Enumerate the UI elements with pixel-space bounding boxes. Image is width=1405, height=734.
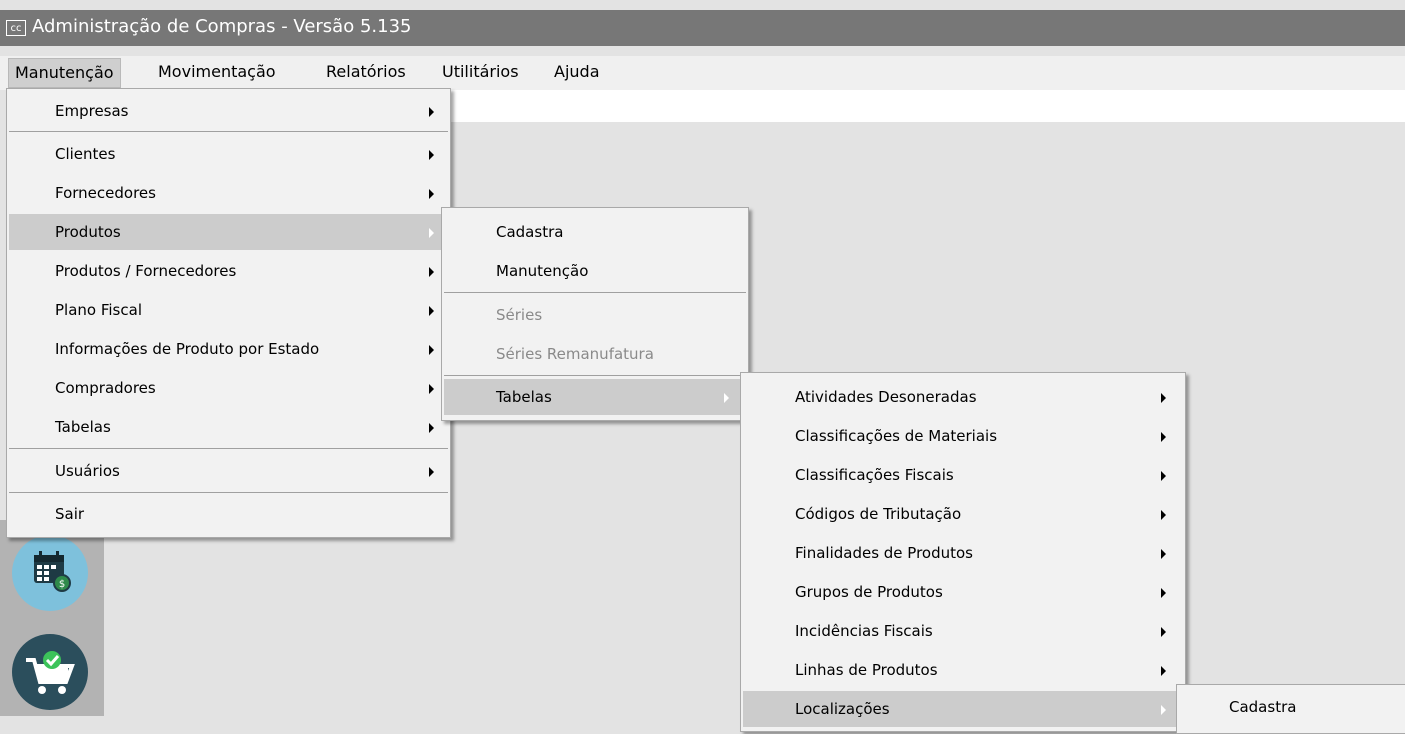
menu-item-produtos-fornecedores[interactable]: Produtos / Fornecedores — [9, 253, 448, 289]
submenu-arrow-icon — [429, 228, 434, 238]
tabelas-submenu: Atividades Desoneradas Classificações de… — [740, 372, 1186, 732]
menu-item-manutencao[interactable]: Manutenção — [444, 253, 746, 289]
menu-item-plano-fiscal[interactable]: Plano Fiscal — [9, 292, 448, 328]
submenu-arrow-icon — [1161, 510, 1166, 520]
menu-item-empresas[interactable]: Empresas — [9, 93, 448, 129]
menu-item-codigos-tributacao[interactable]: Códigos de Tributação — [743, 496, 1183, 532]
menu-item-produtos[interactable]: Produtos — [9, 214, 448, 250]
menu-movimentacao[interactable]: Movimentação — [152, 58, 282, 88]
submenu-arrow-icon — [429, 267, 434, 277]
manutencao-menu: Empresas Clientes Fornecedores Produtos … — [6, 88, 451, 538]
menu-item-tabelas[interactable]: Tabelas — [9, 409, 448, 445]
menu-separator — [9, 131, 448, 132]
menu-item-clientes[interactable]: Clientes — [9, 136, 448, 172]
menu-item-informacoes-produto-estado[interactable]: Informações de Produto por Estado — [9, 331, 448, 367]
menu-item-classificacoes-fiscais[interactable]: Classificações Fiscais — [743, 457, 1183, 493]
submenu-arrow-icon — [429, 384, 434, 394]
menu-item-tabelas-produtos[interactable]: Tabelas — [444, 379, 746, 415]
submenu-arrow-icon — [429, 467, 434, 477]
submenu-arrow-icon — [724, 393, 729, 403]
submenu-arrow-icon — [1161, 393, 1166, 403]
menu-item-compradores[interactable]: Compradores — [9, 370, 448, 406]
menu-item-incidencias-fiscais[interactable]: Incidências Fiscais — [743, 613, 1183, 649]
menu-separator — [444, 292, 746, 293]
menu-separator — [9, 448, 448, 449]
menu-ajuda[interactable]: Ajuda — [548, 58, 606, 88]
submenu-arrow-icon — [429, 189, 434, 199]
menu-bar: Manutenção Movimentação Relatórios Utili… — [0, 56, 1405, 90]
submenu-arrow-icon — [429, 423, 434, 433]
submenu-arrow-icon — [1161, 588, 1166, 598]
shopping-cart-check-icon[interactable] — [12, 634, 88, 710]
app-icon: cc — [6, 20, 26, 36]
calendar-money-icon[interactable]: $ — [12, 535, 88, 611]
menu-item-series: Séries — [496, 306, 543, 324]
submenu-arrow-icon — [1161, 705, 1166, 715]
localizacoes-submenu: Cadastra — [1176, 684, 1405, 734]
menu-item-cadastra[interactable]: Cadastra — [444, 214, 746, 250]
menu-item-cadastra-localizacao[interactable]: Cadastra — [1179, 689, 1405, 725]
submenu-arrow-icon — [1161, 627, 1166, 637]
title-bar: cc Administração de Compras - Versão 5.1… — [0, 10, 1405, 46]
submenu-arrow-icon — [1161, 666, 1166, 676]
menu-item-usuarios[interactable]: Usuários — [9, 453, 448, 489]
submenu-arrow-icon — [429, 345, 434, 355]
submenu-arrow-icon — [1161, 471, 1166, 481]
menu-separator — [444, 375, 746, 376]
menu-item-grupos-produtos[interactable]: Grupos de Produtos — [743, 574, 1183, 610]
produtos-submenu: Cadastra Manutenção Séries Séries Remanu… — [441, 207, 749, 421]
menu-item-series-remanufatura: Séries Remanufatura — [496, 345, 654, 363]
submenu-arrow-icon — [1161, 549, 1166, 559]
menu-item-finalidades-produtos[interactable]: Finalidades de Produtos — [743, 535, 1183, 571]
menu-item-atividades-desoneradas[interactable]: Atividades Desoneradas — [743, 379, 1183, 415]
submenu-arrow-icon — [429, 306, 434, 316]
menu-manutencao[interactable]: Manutenção — [8, 58, 121, 88]
menu-item-classificacoes-materiais[interactable]: Classificações de Materiais — [743, 418, 1183, 454]
menu-utilitarios[interactable]: Utilitários — [436, 58, 525, 88]
menu-item-linhas-produtos[interactable]: Linhas de Produtos — [743, 652, 1183, 688]
menu-separator — [9, 492, 448, 493]
window-title: Administração de Compras - Versão 5.135 — [32, 16, 412, 37]
svg-text:$: $ — [59, 579, 65, 590]
submenu-arrow-icon — [1161, 432, 1166, 442]
submenu-arrow-icon — [429, 150, 434, 160]
menu-item-fornecedores[interactable]: Fornecedores — [9, 175, 448, 211]
menu-relatorios[interactable]: Relatórios — [320, 58, 412, 88]
toolbar-strip — [448, 90, 1405, 122]
menu-item-localizacoes[interactable]: Localizações — [743, 691, 1183, 727]
submenu-arrow-icon — [429, 107, 434, 117]
menu-item-sair[interactable]: Sair — [9, 496, 448, 532]
